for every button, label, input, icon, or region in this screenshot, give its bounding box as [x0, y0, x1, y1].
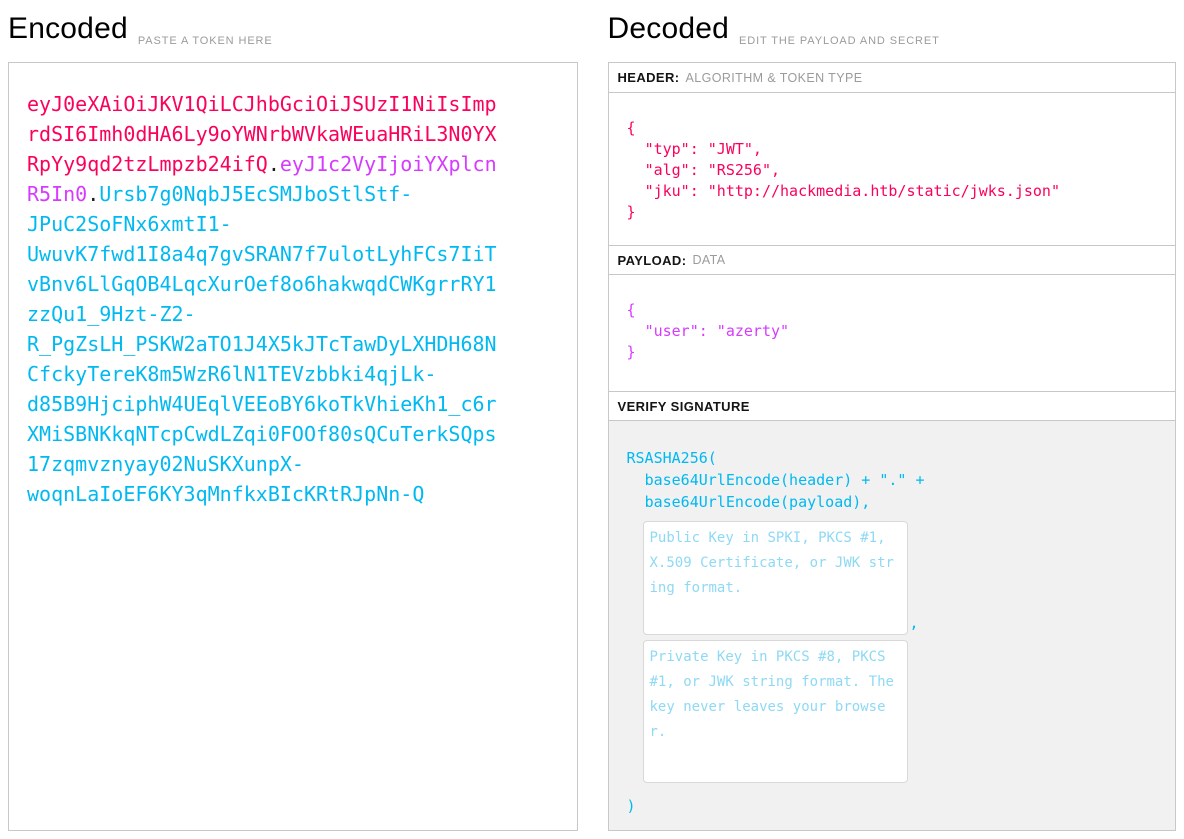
- token-signature-segment: Ursb7g0NqbJ5EcSMJboStlStf-JPuC2SoFNx6xmt…: [27, 182, 497, 506]
- encoded-hint: PASTE A TOKEN HERE: [138, 35, 273, 47]
- encoded-header-row: Encoded PASTE A TOKEN HERE: [8, 8, 578, 62]
- header-section-label: HEADER:: [618, 70, 680, 85]
- header-section-title: HEADER: ALGORITHM & TOKEN TYPE: [609, 63, 1176, 93]
- token-separator-2: .: [87, 182, 99, 206]
- decoded-hint: EDIT THE PAYLOAD AND SECRET: [739, 35, 940, 47]
- header-json-editor[interactable]: { "typ": "JWT", "alg": "RS256", "jku": "…: [609, 93, 1176, 245]
- decoded-header-row: Decoded EDIT THE PAYLOAD AND SECRET: [608, 8, 1177, 62]
- header-section-sublabel: ALGORITHM & TOKEN TYPE: [686, 71, 863, 85]
- decoded-panel: HEADER: ALGORITHM & TOKEN TYPE { "typ": …: [608, 62, 1177, 831]
- public-key-input[interactable]: [643, 521, 908, 635]
- payload-section-sublabel: DATA: [692, 253, 725, 267]
- encoded-title: Encoded: [8, 10, 128, 48]
- payload-json-editor[interactable]: { "user": "azerty" }: [609, 275, 1176, 391]
- decoded-title: Decoded: [608, 10, 730, 48]
- verify-signature-content: RSASHA256( base64UrlEncode(header) + "."…: [609, 421, 1176, 830]
- jwt-token-text: eyJ0eXAiOiJKV1QiLCJhbGciOiJSUzI1NiIsImpr…: [27, 89, 503, 509]
- decoded-column: Decoded EDIT THE PAYLOAD AND SECRET HEAD…: [608, 8, 1177, 831]
- signature-close-paren: ): [627, 795, 1158, 817]
- public-key-row: ,: [627, 513, 1158, 635]
- signature-comma: ,: [910, 616, 919, 635]
- payload-section-label: PAYLOAD:: [618, 253, 687, 268]
- encoded-token-editor[interactable]: eyJ0eXAiOiJKV1QiLCJhbGciOiJSUzI1NiIsImpr…: [8, 62, 578, 831]
- encoded-column: Encoded PASTE A TOKEN HERE eyJ0eXAiOiJKV…: [8, 8, 578, 831]
- jwt-debugger: Encoded PASTE A TOKEN HERE eyJ0eXAiOiJKV…: [8, 8, 1176, 831]
- payload-section-title: PAYLOAD: DATA: [609, 245, 1176, 275]
- verify-signature-label: VERIFY SIGNATURE: [618, 399, 750, 414]
- signature-algorithm-text: RSASHA256( base64UrlEncode(header) + "."…: [627, 447, 1158, 513]
- private-key-input[interactable]: [643, 640, 908, 783]
- verify-signature-title: VERIFY SIGNATURE: [609, 391, 1176, 421]
- token-separator-1: .: [268, 152, 280, 176]
